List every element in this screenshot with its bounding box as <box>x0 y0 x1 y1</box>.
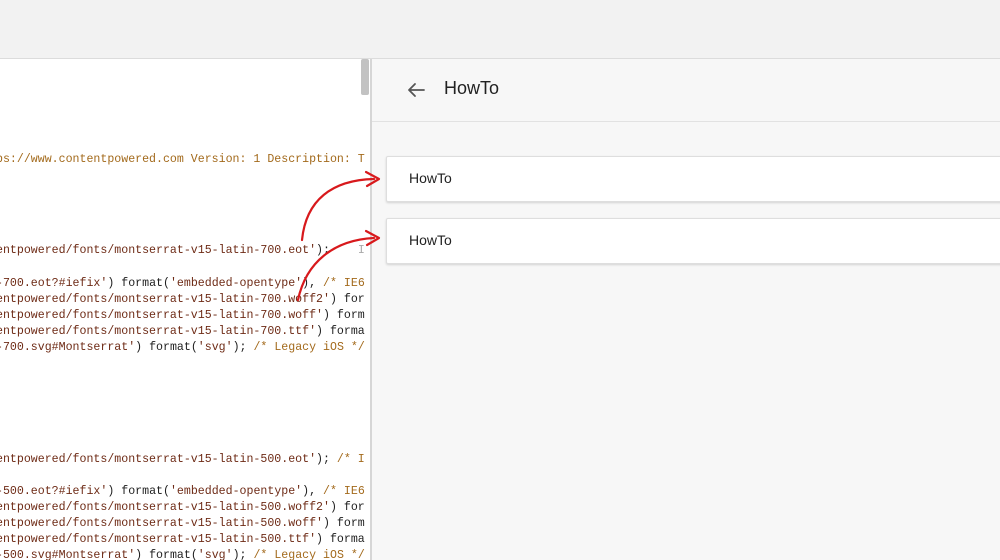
code-token: entpowered/fonts/montserrat-v15-latin-50… <box>0 453 317 466</box>
back-button[interactable] <box>402 77 430 103</box>
howto-item-label: HowTo <box>409 232 452 248</box>
code-token: entpowered/fonts/montserrat-v15-latin-70… <box>0 244 317 257</box>
code-line: entpowered/fonts/montserrat-v15-latin-50… <box>0 517 365 531</box>
code-line: entpowered/fonts/montserrat-v15-latin-70… <box>0 309 365 323</box>
code-token: ) for <box>329 501 365 514</box>
code-token: entpowered/fonts/montserrat-v15-latin-50… <box>0 517 323 530</box>
code-line: entpowered/fonts/montserrat-v15-latin-50… <box>0 453 365 467</box>
code-token: 'svg' <box>197 341 233 354</box>
code-token: ); <box>232 341 254 354</box>
panel-title: HowTo <box>444 78 500 98</box>
code-token: ), <box>302 277 324 290</box>
code-token: entpowered/fonts/montserrat-v15-latin-50… <box>0 501 330 514</box>
code-token: ); <box>232 549 254 560</box>
code-line: entpowered/fonts/montserrat-v15-latin-50… <box>0 533 365 547</box>
code-line: entpowered/fonts/montserrat-v15-latin-70… <box>0 244 365 258</box>
code-line: -700.svg#Montserrat') format('svg'); /* … <box>0 341 365 355</box>
arrow-left-icon <box>408 83 425 97</box>
code-token: -500.eot?#iefix' <box>0 485 108 498</box>
code-token: /* IE6 <box>323 485 365 498</box>
code-token: ) forma <box>316 533 365 546</box>
code-token: ); <box>316 453 337 466</box>
structured-data-panel: HowTo HowTo HowTo <box>372 59 1000 560</box>
code-token: ) forma <box>316 325 365 338</box>
howto-item-1[interactable]: HowTo <box>386 156 1000 202</box>
code-token: /* IE6 <box>323 277 365 290</box>
code-token: entpowered/fonts/montserrat-v15-latin-50… <box>0 533 317 546</box>
code-token: ps://www.contentpowered.com Version: 1 D… <box>0 153 365 166</box>
code-line: -700.eot?#iefix') format('embedded-opent… <box>0 277 365 291</box>
code-line: entpowered/fonts/montserrat-v15-latin-70… <box>0 293 365 307</box>
code-token: /* I <box>336 453 365 466</box>
code-token: 'embedded-opentype' <box>169 485 303 498</box>
code-line: ps://www.contentpowered.com Version: 1 D… <box>0 153 365 167</box>
code-token: ) for <box>329 293 365 306</box>
code-token: entpowered/fonts/montserrat-v15-latin-70… <box>0 325 317 338</box>
code-line: entpowered/fonts/montserrat-v15-latin-70… <box>0 325 365 339</box>
browser-toolbar <box>0 0 1000 59</box>
code-line: -500.eot?#iefix') format('embedded-opent… <box>0 485 365 499</box>
code-token: /* Legacy iOS */ <box>253 341 365 354</box>
code-line: -500.svg#Montserrat') format('svg'); /* … <box>0 549 365 560</box>
code-token: /* Legacy iOS */ <box>253 549 365 560</box>
code-token: 'svg' <box>197 549 233 560</box>
code-token: entpowered/fonts/montserrat-v15-latin-70… <box>0 309 323 322</box>
code-token: ) format( <box>135 341 198 354</box>
code-token: ), <box>302 485 324 498</box>
code-token: ) form <box>323 309 365 322</box>
code-editor[interactable]: ps://www.contentpowered.com Version: 1 D… <box>0 59 370 560</box>
code-token: ) format( <box>135 549 198 560</box>
code-token: ) form <box>323 517 365 530</box>
code-token: entpowered/fonts/montserrat-v15-latin-70… <box>0 293 330 306</box>
code-token: -500.svg#Montserrat' <box>0 549 136 560</box>
code-token: ); <box>316 244 330 257</box>
code-token: -700.eot?#iefix' <box>0 277 108 290</box>
code-token: ) format( <box>107 485 170 498</box>
code-token: -700.svg#Montserrat' <box>0 341 136 354</box>
howto-item-2[interactable]: HowTo <box>386 218 1000 264</box>
panel-header: HowTo <box>372 59 1000 122</box>
code-token: ) format( <box>107 277 170 290</box>
howto-item-label: HowTo <box>409 170 452 186</box>
code-token: 'embedded-opentype' <box>169 277 303 290</box>
editor-scrollbar[interactable] <box>361 59 369 95</box>
code-token: I <box>357 244 365 257</box>
code-line: entpowered/fonts/montserrat-v15-latin-50… <box>0 501 365 515</box>
